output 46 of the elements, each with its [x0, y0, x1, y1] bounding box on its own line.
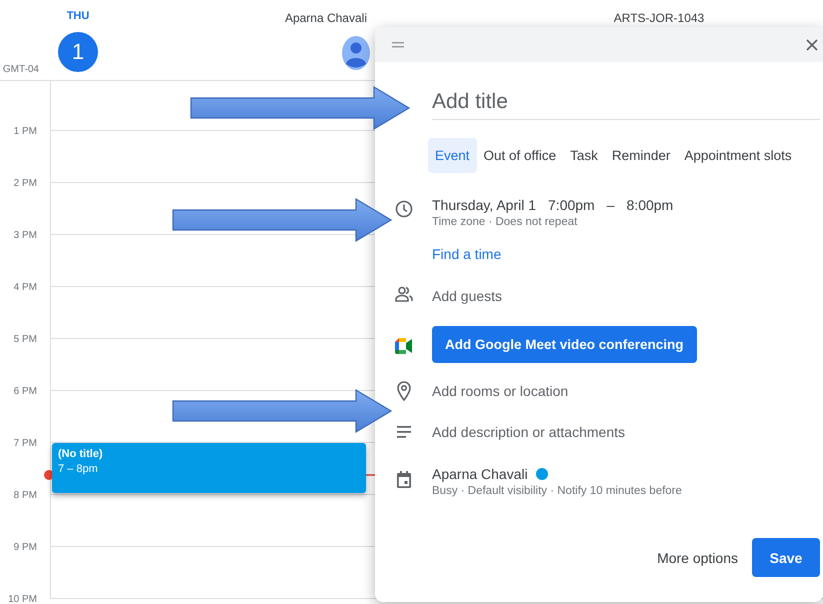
clock-icon [396, 200, 412, 218]
guests-field[interactable]: Add guests [432, 286, 732, 306]
calendar-owner-name: Aparna Chavali [284, 11, 367, 25]
hour-label: 5 PM [14, 334, 37, 345]
event-settings[interactable]: Busy · Default visibility · Notify 10 minutes before [432, 485, 682, 497]
hour-label: 2 PM [14, 178, 37, 189]
end-time[interactable]: 8:00pm [626, 197, 674, 213]
more-options-button[interactable]: More options [655, 540, 740, 576]
video-call-icon [395, 338, 412, 354]
description-field[interactable]: Add description or attachments [432, 422, 732, 442]
hour-label: 8 PM [14, 490, 37, 501]
time-details[interactable]: Time zone · Does not repeat [432, 216, 578, 228]
people-icon [395, 286, 413, 302]
calendar-owner[interactable]: Aparna Chavali [432, 466, 528, 482]
start-time[interactable]: 7:00pm [548, 197, 595, 213]
hour-label: 3 PM [14, 230, 37, 241]
hour-label: 9 PM [14, 542, 37, 553]
avatar-icon [342, 36, 370, 70]
event-type-tab[interactable]: Out of office [476, 138, 564, 173]
save-button[interactable]: Save [752, 538, 820, 577]
hour-label: 4 PM [14, 282, 37, 293]
event-type-tab[interactable]: Appointment slots [677, 138, 799, 173]
description-icon [397, 426, 411, 438]
title-field[interactable]: Add title [432, 84, 820, 120]
event-type-tab[interactable]: Task [563, 138, 605, 173]
day-name: THU [66, 10, 90, 24]
find-time-link[interactable]: Find a time [432, 246, 502, 262]
time-separator: – [606, 197, 615, 213]
location-pin-icon [397, 381, 411, 401]
drag-handle-icon[interactable] [392, 42, 404, 47]
event-title: (No title) [58, 447, 103, 462]
calendar-icon [397, 471, 411, 488]
date-number[interactable]: 1 [58, 32, 98, 72]
hour-label: 6 PM [14, 386, 37, 397]
hour-label: 1 PM [14, 126, 37, 137]
event-date[interactable]: Thursday, April 1 [432, 197, 536, 213]
event-time: 7 – 8pm [58, 462, 98, 477]
location-field[interactable]: Add rooms or location [432, 381, 732, 401]
meet-button[interactable]: Add Google Meet video conferencing [432, 326, 697, 363]
timezone-label: GMT-04 [2, 64, 39, 75]
event-type-tab[interactable]: Event [428, 138, 477, 173]
hour-label: 10 PM [8, 594, 37, 604]
close-icon[interactable] [806, 38, 818, 50]
hour-label: 7 PM [14, 438, 37, 449]
column-header: ARTS-JOR-1043 [614, 11, 704, 27]
event-type-tab[interactable]: Reminder [604, 138, 678, 173]
